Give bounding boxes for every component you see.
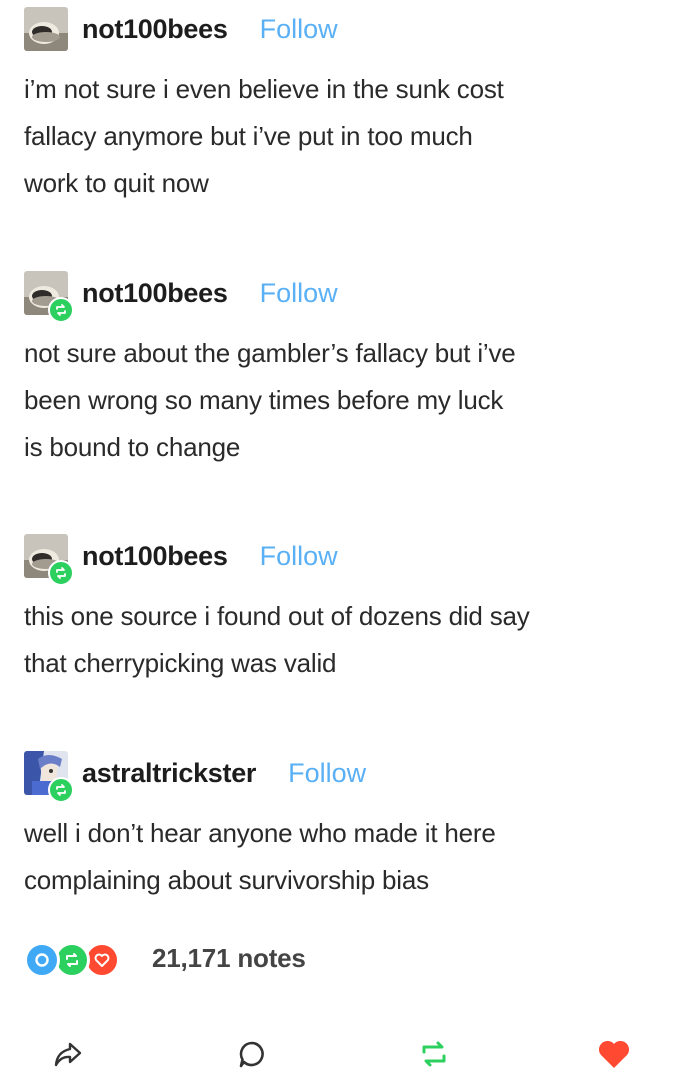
post-3: not100bees Follow this one source i foun… <box>24 531 667 687</box>
heart-icon <box>598 1040 630 1068</box>
username[interactable]: not100bees <box>82 14 228 45</box>
share-button[interactable] <box>48 1034 88 1074</box>
post-header: astraltrickster Follow <box>24 748 667 803</box>
username[interactable]: not100bees <box>82 278 228 309</box>
follow-button[interactable]: Follow <box>260 541 338 572</box>
reply-button[interactable] <box>232 1034 272 1074</box>
post-text: this one source i found out of dozens di… <box>24 601 530 678</box>
post-text: well i don’t hear anyone who made it her… <box>24 818 496 895</box>
post-text: not sure about the gambler’s fallacy but… <box>24 338 516 462</box>
reblog-icon <box>422 1041 446 1067</box>
post-2: not100bees Follow not sure about the gam… <box>24 268 667 471</box>
reblog-badge-icon <box>48 560 74 586</box>
reblog-badge-icon <box>48 777 74 803</box>
share-icon <box>54 1042 82 1067</box>
follow-button[interactable]: Follow <box>260 278 338 309</box>
reply-icon <box>239 1041 264 1068</box>
note-icons <box>24 938 136 978</box>
reblog-button[interactable] <box>414 1034 454 1074</box>
username[interactable]: astraltrickster <box>82 758 256 789</box>
reblog-badge-icon <box>48 297 74 323</box>
post-header: not100bees Follow <box>24 268 667 323</box>
notes-count[interactable]: 21,171 notes <box>152 943 306 974</box>
username[interactable]: not100bees <box>82 541 228 572</box>
like-button[interactable] <box>594 1034 634 1074</box>
reply-note-icon <box>24 942 60 978</box>
post-text: i’m not sure i even believe in the sunk … <box>24 74 504 198</box>
avatar[interactable] <box>24 534 74 586</box>
avatar[interactable] <box>24 751 74 803</box>
avatar[interactable] <box>24 271 74 323</box>
notes-row[interactable]: 21,171 notes <box>24 936 306 980</box>
action-bar <box>0 1030 687 1080</box>
avatar[interactable] <box>24 7 68 51</box>
post-4: astraltrickster Follow well i don’t hear… <box>24 748 667 904</box>
follow-button[interactable]: Follow <box>260 14 338 45</box>
post-header: not100bees Follow <box>24 4 667 54</box>
follow-button[interactable]: Follow <box>288 758 366 789</box>
post-1: not100bees Follow i’m not sure i even be… <box>24 4 667 207</box>
rock-avatar-icon <box>24 7 68 51</box>
post-header: not100bees Follow <box>24 531 667 586</box>
